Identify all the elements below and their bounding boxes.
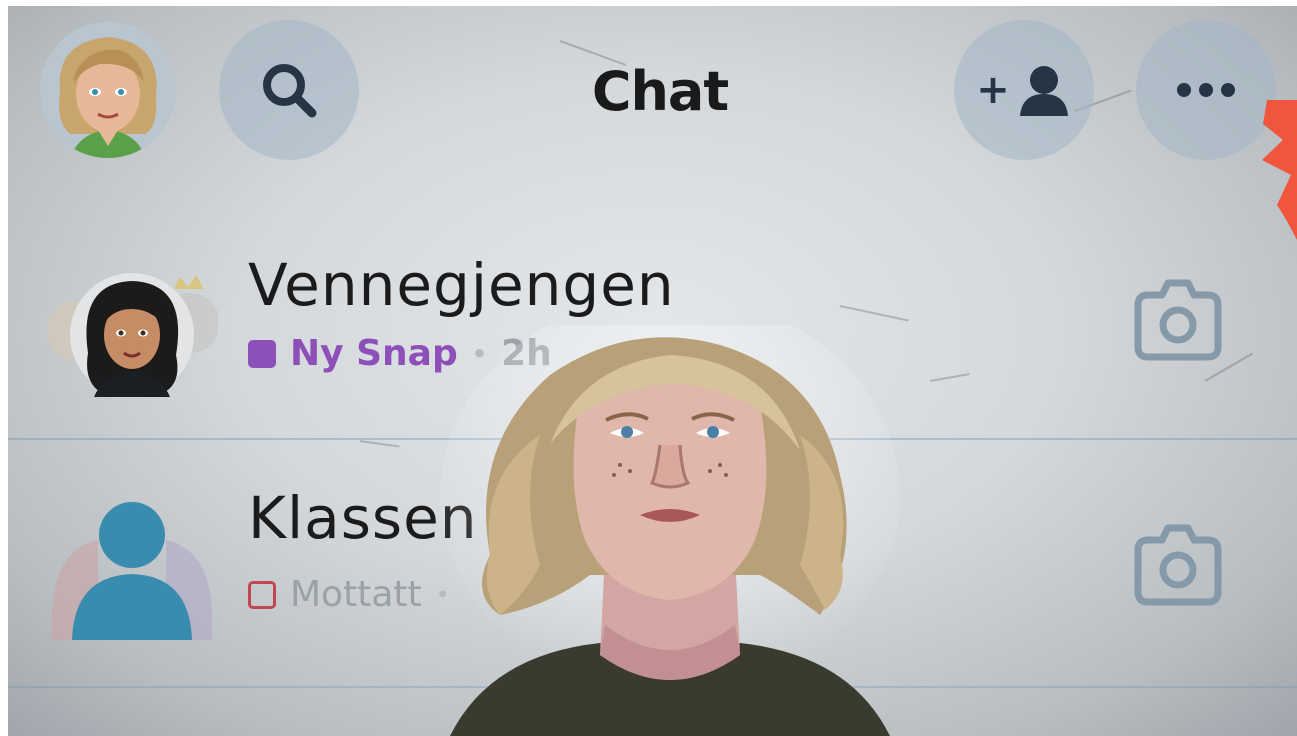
- profile-avatar-button[interactable]: [40, 22, 176, 158]
- chat-name: Vennegjengen: [248, 251, 675, 319]
- add-friend-button[interactable]: +: [954, 20, 1094, 160]
- camera-icon[interactable]: [1128, 275, 1228, 365]
- status-text: Mottatt: [290, 574, 422, 615]
- chat-status: Mottatt •: [248, 574, 450, 615]
- more-button[interactable]: [1136, 20, 1276, 160]
- received-indicator-icon: [248, 580, 276, 609]
- chat-screen: Chat + Vennegjengen Ny Snap • Klassen Mo…: [0, 0, 1297, 736]
- accent-tab: [1262, 100, 1297, 240]
- more-icon: [1177, 83, 1235, 97]
- add-friend-plus: +: [976, 67, 1010, 113]
- search-button[interactable]: [219, 20, 359, 160]
- new-snap-indicator-icon: [248, 339, 276, 368]
- frame-border: [0, 0, 8, 736]
- group-avatar-icon: [52, 502, 212, 640]
- add-friend-icon: [1019, 66, 1068, 116]
- camera-icon[interactable]: [1128, 520, 1228, 610]
- bitmoji-avatar-icon: [59, 37, 157, 158]
- frame-border: [0, 0, 1297, 6]
- page-title: Chat: [591, 60, 729, 123]
- search-icon: [263, 64, 317, 118]
- girl-illustration: [440, 325, 900, 736]
- group-avatar-icon: [48, 273, 218, 397]
